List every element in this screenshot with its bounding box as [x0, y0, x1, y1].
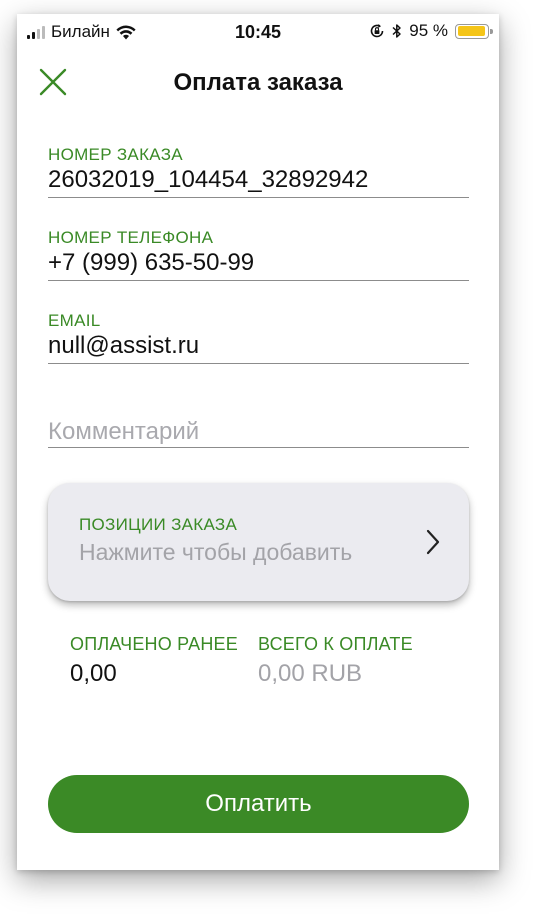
status-bar: Билайн 10:45 95 %	[17, 14, 499, 48]
status-right: 95 %	[369, 21, 493, 41]
order-number-value[interactable]: 26032019_104454_32892942	[48, 165, 469, 197]
phone-value[interactable]: +7 (999) 635-50-99	[48, 248, 469, 280]
paid-before-label: ОПЛАЧЕНО РАНЕЕ	[70, 634, 238, 654]
pay-button[interactable]: Оплатить	[48, 775, 469, 833]
order-items-label: ПОЗИЦИИ ЗАКАЗА	[79, 515, 238, 534]
page-title: Оплата заказа	[173, 69, 343, 96]
bluetooth-icon	[392, 24, 401, 38]
paid-before-value: 0,00	[70, 660, 117, 687]
email-value[interactable]: null@assist.ru	[48, 331, 469, 363]
battery-icon	[455, 23, 493, 39]
battery-percent: 95 %	[409, 21, 448, 40]
email-label: EMAIL	[48, 311, 101, 330]
total-due-label: ВСЕГО К ОПЛАТЕ	[258, 634, 413, 654]
phone-label: НОМЕР ТЕЛЕФОНА	[48, 228, 214, 247]
comment-field[interactable]	[48, 417, 469, 448]
email-field[interactable]: EMAIL null@assist.ru	[48, 311, 469, 364]
comment-input[interactable]	[48, 417, 469, 447]
orientation-lock-icon	[370, 24, 384, 38]
phone-screen: Билайн 10:45 95 % Оплата заказа НОМЕР ЗА…	[17, 14, 499, 870]
battery-fill	[457, 26, 486, 36]
phone-field[interactable]: НОМЕР ТЕЛЕФОНА +7 (999) 635-50-99	[48, 228, 469, 281]
order-items-hint: Нажмите чтобы добавить	[79, 539, 353, 565]
order-number-label: НОМЕР ЗАКАЗА	[48, 145, 183, 164]
total-due-value: 0,00 RUB	[258, 660, 363, 687]
order-number-field[interactable]: НОМЕР ЗАКАЗА 26032019_104454_32892942	[48, 145, 469, 198]
chevron-right-icon	[426, 529, 440, 555]
order-items-card[interactable]: ПОЗИЦИИ ЗАКАЗА Нажмите чтобы добавить	[48, 483, 469, 601]
